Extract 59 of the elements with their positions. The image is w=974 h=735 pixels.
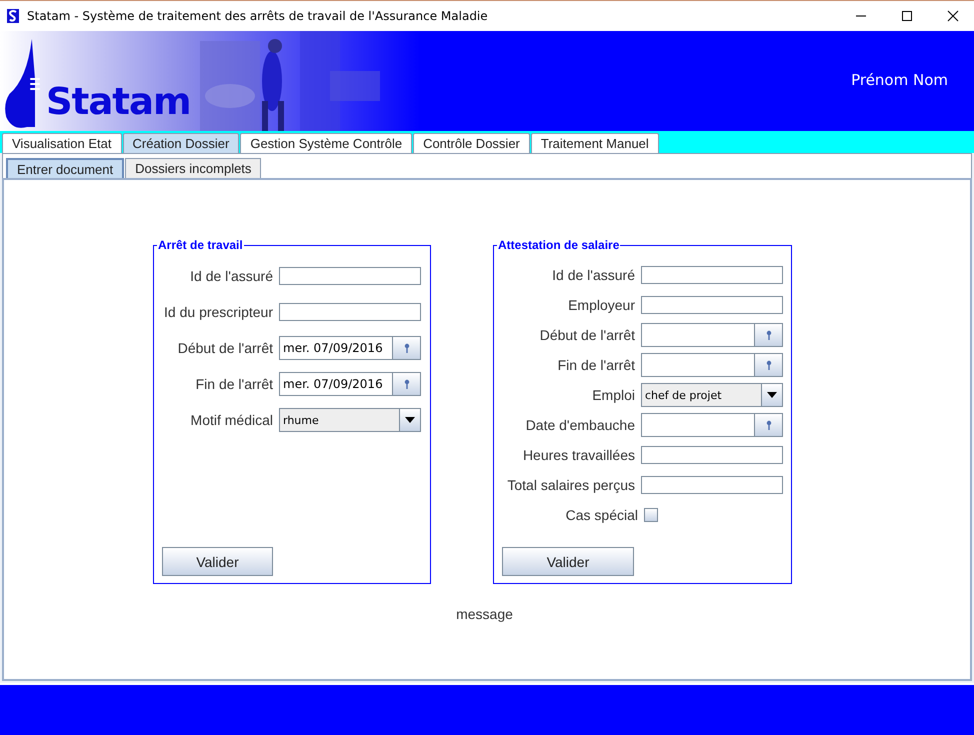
tab[interactable]: Contrôle Dossier <box>413 133 530 153</box>
pin-icon <box>404 343 410 353</box>
tab[interactable]: Visualisation Etat <box>2 133 122 153</box>
date-picker-button[interactable] <box>755 323 783 347</box>
field-label: Total salaires perçus <box>507 477 635 493</box>
window-title: Statam - Système de traitement des arrêts de travail de l'Assurance Maladie <box>27 9 489 23</box>
field-label: Employeur <box>568 297 635 313</box>
input-field[interactable] <box>279 267 421 285</box>
input-field[interactable] <box>641 476 783 494</box>
pin-icon <box>404 379 410 389</box>
date-field[interactable]: mer. 07/09/2016 <box>279 336 393 360</box>
field-label: Emploi <box>592 387 635 403</box>
submit-button[interactable]: Valider <box>502 547 634 576</box>
tab[interactable]: Gestion Système Contrôle <box>240 133 412 153</box>
date-field[interactable] <box>641 413 755 437</box>
caret-icon <box>405 417 415 423</box>
panel-title: Arrêt de travail <box>157 238 244 252</box>
input-field[interactable] <box>641 446 783 464</box>
date-field[interactable] <box>641 323 755 347</box>
field-label: Heures travaillées <box>522 447 635 463</box>
field-label: Id de l'assuré <box>190 268 273 284</box>
date-field[interactable]: mer. 07/09/2016 <box>279 372 393 396</box>
field-label: Début de l'arrêt <box>540 327 635 343</box>
tab[interactable]: Création Dossier <box>122 133 240 153</box>
caret-icon <box>767 392 777 398</box>
subtab[interactable]: Dossiers incomplets <box>125 158 262 178</box>
pin-icon <box>766 330 772 340</box>
input-field[interactable] <box>641 266 783 284</box>
field-label: Id du prescripteur <box>164 304 273 320</box>
date-picker-button[interactable] <box>755 353 783 377</box>
field-label: Cas spécial <box>566 507 638 523</box>
panel-title: Attestation de salaire <box>497 238 620 252</box>
date-picker-button[interactable] <box>755 413 783 437</box>
field-label: Id de l'assuré <box>552 267 635 283</box>
close-icon[interactable] <box>947 10 959 22</box>
date-picker-button[interactable] <box>393 372 421 396</box>
date-picker-button[interactable] <box>393 336 421 360</box>
field-label: Motif médical <box>190 412 273 428</box>
tab[interactable]: Traitement Manuel <box>530 133 659 153</box>
logo-text: Statam <box>46 83 191 120</box>
field-label: Début de l'arrêt <box>178 340 273 356</box>
subtab[interactable]: Entrer document <box>6 158 124 178</box>
input-field[interactable] <box>279 303 421 321</box>
app-icon <box>7 9 19 23</box>
submit-button[interactable]: Valider <box>162 547 273 576</box>
dropdown[interactable]: chef de projet <box>641 383 783 407</box>
user-name: Prénom Nom <box>851 71 948 89</box>
drop-icon <box>3 39 43 129</box>
status-message: message <box>456 606 513 622</box>
date-field[interactable] <box>641 353 755 377</box>
maximize-icon[interactable] <box>901 10 913 22</box>
input-field[interactable] <box>641 296 783 314</box>
checkbox[interactable] <box>644 508 658 522</box>
pin-icon <box>766 420 772 430</box>
dropdown[interactable]: rhume <box>279 408 421 432</box>
field-label: Date d'embauche <box>526 417 635 433</box>
field-label: Fin de l'arrêt <box>196 376 273 392</box>
field-label: Fin de l'arrêt <box>558 357 635 373</box>
pin-icon <box>766 360 772 370</box>
